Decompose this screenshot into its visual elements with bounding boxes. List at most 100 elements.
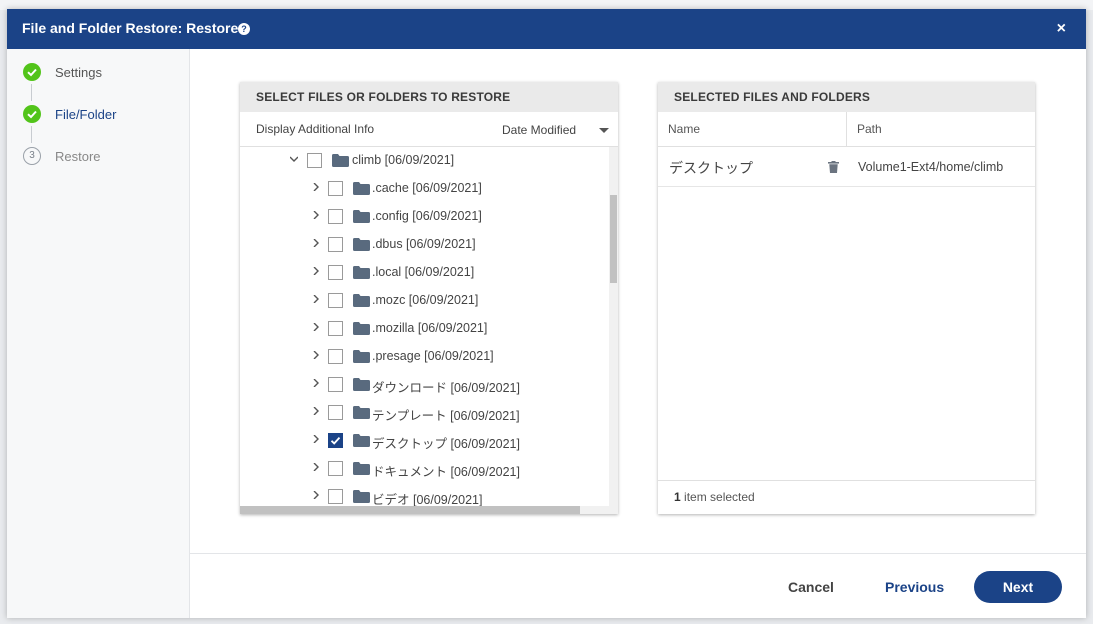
tree-node[interactable]: .config [06/09/2021]	[240, 203, 609, 231]
wizard-steps: Settings File/Folder 3 Restore	[7, 49, 190, 618]
folder-icon	[353, 406, 370, 419]
checkbox[interactable]	[328, 321, 343, 336]
tree-node[interactable]: .local [06/09/2021]	[240, 259, 609, 287]
selected-table-header: Name Path	[658, 112, 1035, 147]
tree-label: climb [06/09/2021]	[352, 153, 455, 167]
chevron-down-icon[interactable]	[290, 155, 298, 163]
check-circle-icon	[23, 105, 41, 123]
tree-label: .config [06/09/2021]	[372, 209, 482, 223]
folder-icon	[353, 434, 370, 447]
chevron-right-icon[interactable]	[312, 435, 320, 443]
step-connector	[31, 84, 32, 101]
trash-icon[interactable]	[828, 161, 839, 173]
chevron-right-icon[interactable]	[312, 491, 320, 499]
tree-node[interactable]: .presage [06/09/2021]	[240, 343, 609, 371]
tree-label: テンプレート [06/09/2021]	[372, 409, 520, 423]
select-value: Date Modified	[502, 123, 577, 137]
tree-node[interactable]: ドキュメント [06/09/2021]	[240, 455, 609, 483]
panel-header: SELECTED FILES AND FOLDERS	[658, 82, 1035, 112]
selected-path: Volume1-Ext4/home/climb	[858, 160, 1004, 174]
tree-label: .mozilla [06/09/2021]	[372, 321, 488, 335]
checkbox[interactable]	[307, 153, 322, 168]
dialog-title: File and Folder Restore: Restore	[22, 20, 239, 36]
checkbox[interactable]	[328, 237, 343, 252]
folder-tree: climb [06/09/2021] .cache [06/09/2021] .…	[240, 147, 609, 506]
dialog-titlebar: File and Folder Restore: Restore ? ×	[7, 9, 1086, 49]
folder-icon	[353, 350, 370, 363]
chevron-right-icon[interactable]	[312, 183, 320, 191]
checkbox[interactable]	[328, 489, 343, 504]
checkbox[interactable]	[328, 377, 343, 392]
chevron-right-icon[interactable]	[312, 211, 320, 219]
folder-icon	[353, 490, 370, 503]
previous-button[interactable]: Previous	[885, 579, 944, 595]
selected-items-panel: SELECTED FILES AND FOLDERS Name Path デスク…	[658, 82, 1035, 514]
panel-header: SELECT FILES OR FOLDERS TO RESTORE	[240, 82, 618, 112]
display-info-label: Display Additional Info	[256, 122, 375, 136]
folder-icon	[353, 462, 370, 475]
folder-icon	[353, 294, 370, 307]
step-connector	[31, 126, 32, 143]
checkbox[interactable]	[328, 265, 343, 280]
tree-node[interactable]: .cache [06/09/2021]	[240, 175, 609, 203]
vertical-scroll-thumb[interactable]	[610, 195, 617, 283]
tree-label: ダウンロード [06/09/2021]	[372, 381, 520, 395]
checkbox-checked[interactable]	[328, 433, 343, 448]
tree-label: .mozc [06/09/2021]	[372, 293, 479, 307]
checkbox[interactable]	[328, 461, 343, 476]
chevron-right-icon[interactable]	[312, 295, 320, 303]
table-row: デスクトップ Volume1-Ext4/home/climb	[658, 147, 1035, 187]
tree-node[interactable]: ダウンロード [06/09/2021]	[240, 371, 609, 399]
chevron-right-icon[interactable]	[312, 351, 320, 359]
column-name[interactable]: Name	[668, 122, 700, 136]
close-button[interactable]: ×	[1057, 20, 1066, 38]
step-number-icon: 3	[23, 147, 41, 165]
folder-icon	[353, 378, 370, 391]
chevron-right-icon[interactable]	[312, 267, 320, 275]
step-label: Restore	[55, 149, 101, 164]
step-label: File/Folder	[55, 107, 117, 122]
date-modified-select[interactable]: Date Modified	[502, 123, 612, 137]
caret-down-icon	[599, 128, 609, 133]
tree-node[interactable]: climb [06/09/2021]	[240, 147, 609, 175]
cancel-button[interactable]: Cancel	[788, 579, 834, 595]
checkbox[interactable]	[328, 293, 343, 308]
checkbox[interactable]	[328, 209, 343, 224]
column-divider	[846, 112, 847, 146]
tree-label: デスクトップ [06/09/2021]	[372, 437, 520, 451]
tree-node[interactable]: デスクトップ [06/09/2021]	[240, 427, 609, 455]
tree-node[interactable]: .mozc [06/09/2021]	[240, 287, 609, 315]
tree-label: .cache [06/09/2021]	[372, 181, 482, 195]
tree-label: .presage [06/09/2021]	[372, 349, 494, 363]
selection-summary: 1 item selected	[658, 480, 1035, 515]
tree-node[interactable]: テンプレート [06/09/2021]	[240, 399, 609, 427]
count-value: 1	[674, 490, 681, 504]
check-circle-icon	[23, 63, 41, 81]
chevron-right-icon[interactable]	[312, 463, 320, 471]
tree-node[interactable]: ビデオ [06/09/2021]	[240, 483, 609, 506]
folder-icon	[353, 210, 370, 223]
checkbox[interactable]	[328, 405, 343, 420]
chevron-right-icon[interactable]	[312, 323, 320, 331]
tree-label: ドキュメント [06/09/2021]	[372, 465, 520, 479]
tree-node[interactable]: .mozilla [06/09/2021]	[240, 315, 609, 343]
tree-label: ビデオ [06/09/2021]	[372, 493, 483, 506]
folder-icon	[353, 266, 370, 279]
next-button[interactable]: Next	[974, 571, 1062, 603]
horizontal-scroll-thumb[interactable]	[240, 506, 580, 514]
tree-node[interactable]: .dbus [06/09/2021]	[240, 231, 609, 259]
selection-count: 1 item selected	[674, 490, 755, 504]
restore-dialog: File and Folder Restore: Restore ? × Set…	[7, 9, 1086, 618]
step-label: Settings	[55, 65, 102, 80]
folder-icon	[353, 238, 370, 251]
count-suffix: item selected	[680, 490, 755, 504]
column-path[interactable]: Path	[857, 122, 882, 136]
checkbox[interactable]	[328, 349, 343, 364]
tree-label: .local [06/09/2021]	[372, 265, 475, 279]
info-row: Display Additional Info Date Modified	[240, 112, 618, 147]
checkbox[interactable]	[328, 181, 343, 196]
help-icon[interactable]: ?	[238, 23, 250, 35]
chevron-right-icon[interactable]	[312, 407, 320, 415]
chevron-right-icon[interactable]	[312, 379, 320, 387]
chevron-right-icon[interactable]	[312, 239, 320, 247]
